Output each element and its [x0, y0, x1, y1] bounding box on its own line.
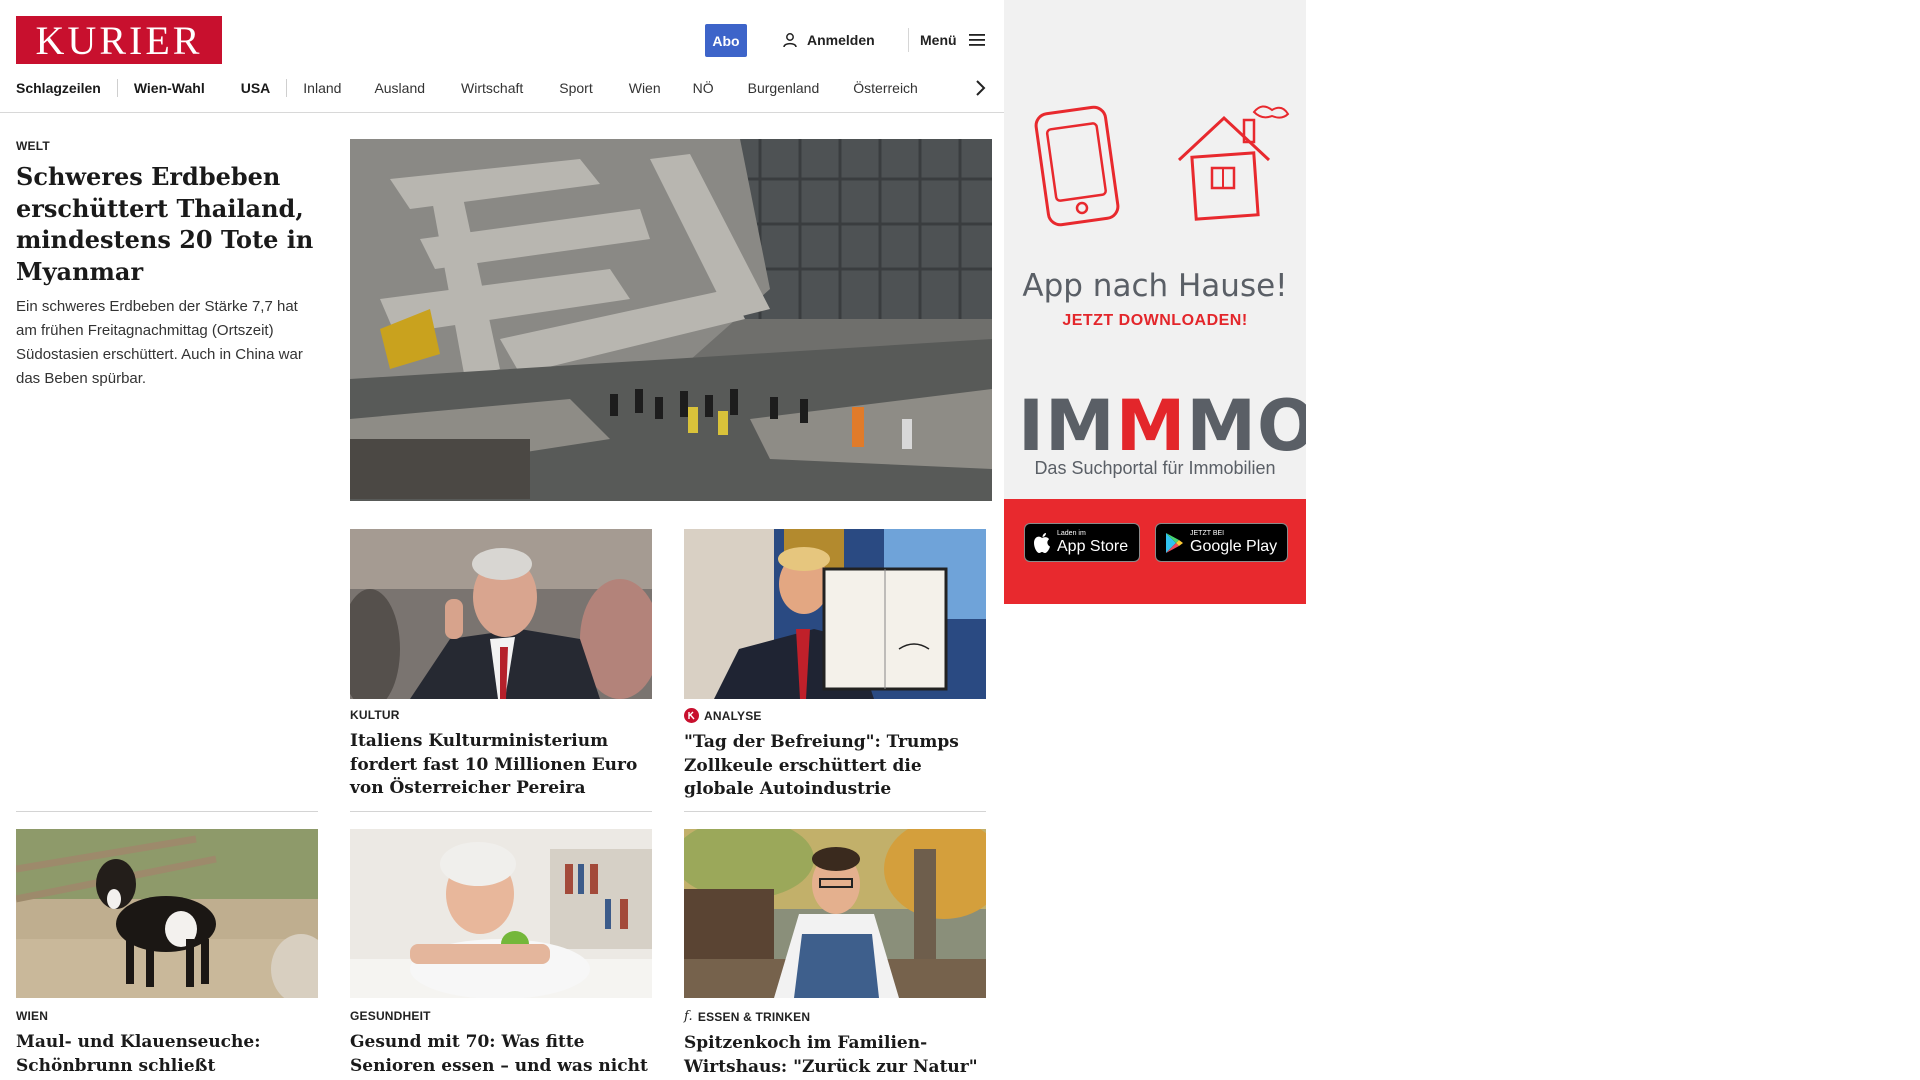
- nav-item-wien[interactable]: Wien: [629, 80, 661, 96]
- section-nav: Schlagzeilen Wien-Wahl USA Inland Auslan…: [16, 78, 918, 98]
- lead-article[interactable]: WELT Schweres Erdbeben erschüttert Thail…: [16, 139, 318, 391]
- article-image[interactable]: [350, 529, 652, 699]
- app-store-small-label: Laden im: [1057, 530, 1086, 537]
- article-category: ANALYSE: [704, 708, 762, 723]
- app-store-label: App Store: [1057, 538, 1129, 555]
- article-category: ESSEN & TRINKEN: [697, 1009, 811, 1024]
- header-divider: [908, 28, 909, 52]
- divider: [684, 811, 986, 812]
- hamburger-icon: [968, 34, 985, 46]
- ad-tagline: Das Suchportal für Immobilien: [1034, 458, 1276, 478]
- lead-image[interactable]: [350, 139, 992, 501]
- essen-trinken-icon: f.: [684, 1009, 693, 1024]
- article-card[interactable]: GESUNDHEIT Gesund mit 70: Was fitte Seni…: [350, 1009, 652, 1078]
- kurier-logo[interactable]: KURIER: [16, 16, 222, 64]
- login-link[interactable]: Anmelden: [782, 30, 875, 50]
- house-icon: [1177, 105, 1290, 221]
- nav-item-ausland[interactable]: Ausland: [374, 80, 425, 96]
- article-headline[interactable]: Maul- und Klauenseuche: Schönbrunn schli…: [16, 1031, 318, 1080]
- nav-item-noe[interactable]: NÖ: [693, 80, 714, 96]
- article-headline[interactable]: "Tag der Befreiung": Trumps Zollkeule er…: [684, 731, 986, 802]
- ad-title: App nach Hause!: [1022, 268, 1288, 304]
- immmo-advertisement[interactable]: App nach Hause! JETZT DOWNLOADEN! IM M MO …: [1004, 0, 1306, 604]
- phone-icon: [1034, 105, 1120, 227]
- site-header: KURIER Abo Anmelden Menü Schlagzeilen Wi…: [0, 0, 1004, 113]
- divider: [16, 811, 318, 812]
- nav-item-usa[interactable]: USA: [241, 80, 271, 96]
- user-icon: [783, 33, 797, 48]
- article-category: WIEN: [16, 1009, 49, 1023]
- article-category: KULTUR: [350, 708, 400, 722]
- login-label: Anmelden: [807, 32, 875, 48]
- article-category: WELT: [16, 139, 50, 153]
- article-headline[interactable]: Gesund mit 70: Was fitte Senioren essen …: [350, 1031, 652, 1078]
- nav-item-inland[interactable]: Inland: [303, 80, 341, 96]
- article-card[interactable]: f. ESSEN & TRINKEN Spitzenkoch im Famili…: [684, 1009, 986, 1080]
- article-image[interactable]: [684, 829, 986, 998]
- nav-item-wien-wahl[interactable]: Wien-Wahl: [134, 80, 205, 96]
- google-play-button[interactable]: JETZT BEI Google Play: [1155, 523, 1288, 562]
- article-image[interactable]: [350, 829, 652, 998]
- lead-teaser: Ein schweres Erdbeben der Stärke 7,7 hat…: [16, 298, 303, 387]
- nav-divider: [116, 79, 118, 97]
- ad-subtitle: JETZT DOWNLOADEN!: [1062, 312, 1248, 329]
- article-category: GESUNDHEIT: [350, 1009, 431, 1023]
- nav-item-wirtschaft[interactable]: Wirtschaft: [461, 80, 523, 96]
- google-play-icon: [1166, 532, 1183, 553]
- article-image[interactable]: [684, 529, 986, 699]
- article-card[interactable]: KULTUR Italiens Kulturministerium forder…: [350, 708, 652, 801]
- lead-headline[interactable]: Schweres Erdbeben erschüttert Thailand, …: [16, 161, 318, 287]
- nav-divider: [286, 79, 288, 97]
- nav-item-burgenland[interactable]: Burgenland: [748, 80, 820, 96]
- abo-button[interactable]: Abo: [705, 24, 747, 57]
- article-card[interactable]: WIEN Maul- und Klauenseuche: Schönbrunn …: [16, 1009, 318, 1080]
- google-play-small-label: JETZT BEI: [1190, 530, 1225, 537]
- nav-item-oesterreich[interactable]: Österreich: [853, 80, 918, 96]
- menu-button[interactable]: Menü: [920, 30, 985, 50]
- chevron-right-icon[interactable]: [970, 78, 990, 98]
- apple-icon: [1034, 532, 1050, 553]
- kurier-k-icon: [684, 708, 699, 723]
- article-headline[interactable]: Spitzenkoch im Familien-Wirtshaus: "Zurü…: [684, 1032, 986, 1080]
- article-card[interactable]: ANALYSE "Tag der Befreiung": Trumps Zoll…: [684, 708, 986, 802]
- article-headline[interactable]: Italiens Kulturministerium fordert fast …: [350, 730, 652, 801]
- divider: [350, 811, 652, 812]
- nav-item-sport[interactable]: Sport: [559, 80, 592, 96]
- immmo-logo: IM M MO: [1018, 385, 1306, 467]
- google-play-label: Google Play: [1190, 538, 1278, 555]
- app-store-button[interactable]: Laden im App Store: [1024, 523, 1140, 562]
- nav-item-schlagzeilen[interactable]: Schlagzeilen: [16, 80, 101, 96]
- menu-label: Menü: [920, 32, 957, 48]
- article-image[interactable]: [16, 829, 318, 998]
